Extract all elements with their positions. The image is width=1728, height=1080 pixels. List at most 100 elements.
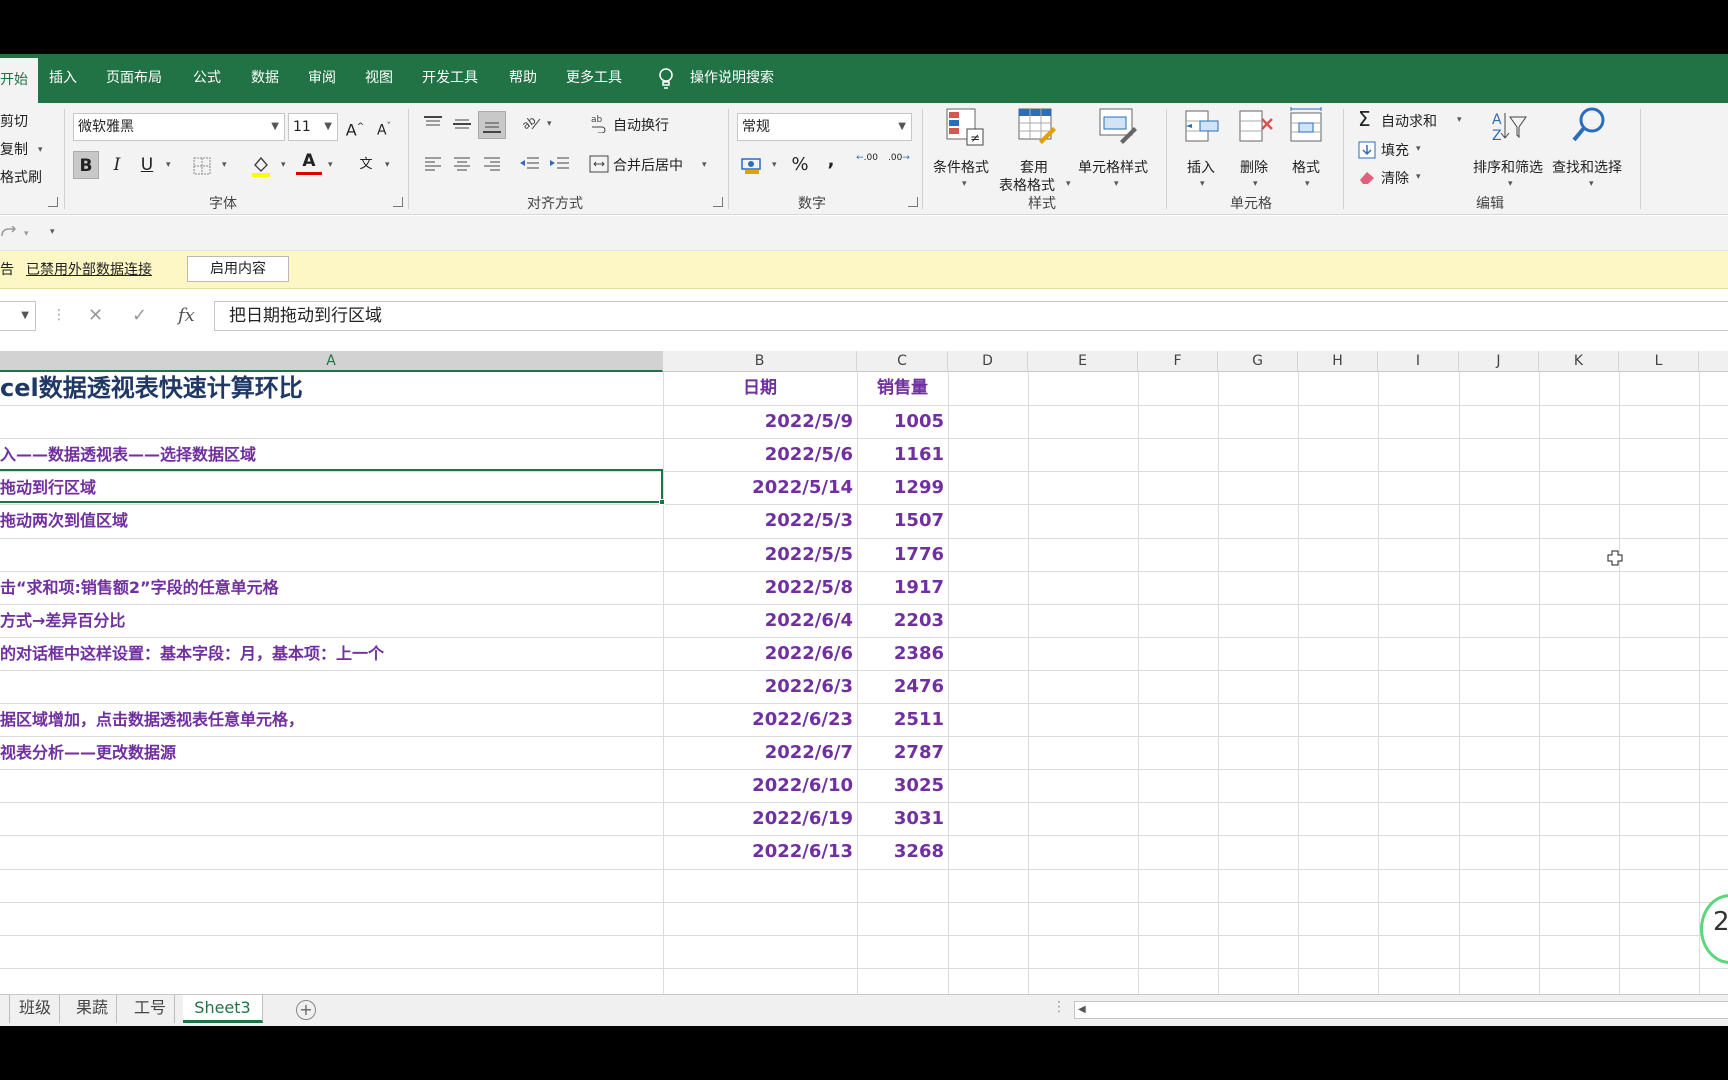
enter-icon[interactable]: ✓: [132, 305, 147, 326]
clipboard-launcher-icon[interactable]: [48, 197, 58, 207]
align-center-icon[interactable]: [452, 155, 472, 173]
tab-formulas[interactable]: 公式: [193, 54, 221, 103]
font-size-combo[interactable]: 11 ▼: [288, 113, 338, 141]
align-left-icon[interactable]: [423, 155, 443, 173]
sales-cell[interactable]: 1005: [857, 405, 944, 438]
orientation-icon[interactable]: ab: [520, 113, 542, 133]
increase-indent-icon[interactable]: [548, 155, 570, 173]
italic-button[interactable]: I: [104, 151, 130, 179]
chevron-down-icon[interactable]: ▾: [1200, 179, 1205, 189]
date-cell[interactable]: 2022/6/7: [663, 736, 853, 769]
underline-button[interactable]: U: [134, 151, 160, 179]
date-cell[interactable]: 2022/5/5: [663, 538, 853, 571]
number-format-combo[interactable]: 常规 ▼: [737, 113, 912, 141]
chevron-down-icon[interactable]: ▾: [38, 145, 43, 155]
chevron-down-icon[interactable]: ▾: [547, 119, 552, 129]
align-bottom-button[interactable]: [478, 111, 506, 139]
sales-cell[interactable]: 1917: [857, 571, 944, 604]
redo-icon[interactable]: [0, 226, 18, 240]
date-cell[interactable]: 2022/5/8: [663, 571, 853, 604]
decrease-indent-icon[interactable]: [518, 155, 540, 173]
tab-split-grip-icon[interactable]: ⋮: [1052, 999, 1066, 1015]
bold-button[interactable]: B: [73, 151, 99, 179]
font-color-button[interactable]: A: [296, 149, 322, 175]
column-header-l[interactable]: L: [1619, 351, 1699, 372]
chevron-down-icon[interactable]: ▾: [281, 160, 286, 170]
fill-button[interactable]: 填充: [1381, 140, 1409, 160]
date-cell[interactable]: 2022/5/3: [663, 504, 853, 537]
column-header-d[interactable]: D: [948, 351, 1028, 372]
align-right-icon[interactable]: [482, 155, 502, 173]
cancel-icon[interactable]: ✕: [88, 305, 103, 326]
add-sheet-icon[interactable]: +: [296, 1000, 316, 1020]
tab-developer[interactable]: 开发工具: [422, 54, 478, 103]
sheet-tab-class[interactable]: 班级: [11, 995, 61, 1023]
align-middle-icon[interactable]: [452, 115, 472, 133]
date-header-cell[interactable]: 日期: [663, 372, 857, 405]
clear-button[interactable]: 清除: [1381, 168, 1409, 188]
horizontal-scrollbar[interactable]: ◀: [1074, 1001, 1728, 1019]
sales-cell[interactable]: 1299: [857, 471, 944, 504]
alignment-launcher-icon[interactable]: [713, 197, 723, 207]
format-as-table-button-line1[interactable]: 套用: [1020, 157, 1048, 177]
note-cell[interactable]: [0, 405, 660, 438]
insert-function-button[interactable]: fx: [178, 305, 195, 326]
increase-decimal-button[interactable]: ←.00: [854, 153, 880, 181]
sales-cell[interactable]: 2386: [857, 637, 944, 670]
note-cell[interactable]: [0, 670, 660, 703]
copy-button[interactable]: 复制: [0, 139, 28, 159]
date-cell[interactable]: 2022/5/14: [663, 471, 853, 504]
chevron-down-icon[interactable]: ▾: [1457, 115, 1462, 125]
note-cell[interactable]: [0, 538, 660, 571]
tab-help[interactable]: 帮助: [509, 54, 537, 103]
sales-cell[interactable]: 1776: [857, 538, 944, 571]
tab-insert[interactable]: 插入: [49, 54, 77, 103]
worksheet-grid[interactable]: A B C D E F G H I J K L cel数据透视表快速计算环比 日期…: [0, 351, 1728, 994]
note-cell[interactable]: 拖动两次到值区域: [0, 504, 660, 537]
font-name-combo[interactable]: 微软雅黑 ▼: [73, 113, 285, 141]
column-header-i[interactable]: I: [1378, 351, 1459, 372]
merge-center-button[interactable]: 合并后居中: [613, 155, 683, 175]
column-header-e[interactable]: E: [1028, 351, 1138, 372]
percent-style-button[interactable]: %: [787, 151, 813, 179]
sales-cell[interactable]: 3025: [857, 769, 944, 802]
sales-cell[interactable]: 3268: [857, 835, 944, 868]
chevron-down-icon[interactable]: ▾: [1416, 172, 1421, 182]
date-cell[interactable]: 2022/6/13: [663, 835, 853, 868]
column-header-c[interactable]: C: [857, 351, 948, 372]
note-cell[interactable]: 的对话框中这样设置：基本字段：月，基本项：上一个: [0, 637, 660, 670]
date-cell[interactable]: 2022/5/9: [663, 405, 853, 438]
note-cell[interactable]: [0, 835, 660, 868]
cell-styles-button[interactable]: 单元格样式: [1078, 157, 1148, 177]
chevron-down-icon[interactable]: ▾: [24, 229, 29, 239]
decrease-decimal-button[interactable]: .00→: [886, 153, 912, 181]
chevron-down-icon[interactable]: ▾: [1253, 179, 1258, 189]
chevron-down-icon[interactable]: ▾: [1114, 179, 1119, 189]
date-cell[interactable]: 2022/6/6: [663, 637, 853, 670]
column-header-a[interactable]: A: [0, 351, 663, 372]
note-cell[interactable]: 方式→差异百分比: [0, 604, 660, 637]
sort-filter-button[interactable]: 排序和筛选: [1473, 157, 1543, 177]
date-cell[interactable]: 2022/6/3: [663, 670, 853, 703]
date-cell[interactable]: 2022/6/4: [663, 604, 853, 637]
tab-data[interactable]: 数据: [251, 54, 279, 103]
format-painter-button[interactable]: 格式刷: [0, 167, 42, 187]
sales-cell[interactable]: 2511: [857, 703, 944, 736]
scroll-left-icon[interactable]: ◀: [1078, 1004, 1086, 1015]
note-cell[interactable]: [0, 802, 660, 835]
chevron-down-icon[interactable]: ▾: [702, 160, 707, 170]
column-header-f[interactable]: F: [1138, 351, 1218, 372]
sheet-tab-employee-id[interactable]: 工号: [126, 995, 176, 1023]
wrap-text-button[interactable]: 自动换行: [613, 115, 669, 135]
tab-home[interactable]: 开始: [0, 58, 38, 107]
fill-handle[interactable]: [659, 499, 665, 505]
sheet-tab-partial[interactable]: [0, 995, 10, 1023]
delete-cells-button[interactable]: 删除: [1240, 157, 1268, 177]
find-select-button[interactable]: 查找和选择: [1552, 157, 1622, 177]
sales-cell[interactable]: 2476: [857, 670, 944, 703]
date-cell[interactable]: 2022/6/19: [663, 802, 853, 835]
name-box[interactable]: ▼: [0, 301, 36, 331]
tell-me-search[interactable]: 操作说明搜索: [690, 54, 774, 103]
chevron-down-icon[interactable]: ▾: [962, 179, 967, 189]
chevron-down-icon[interactable]: ▾: [1416, 144, 1421, 154]
